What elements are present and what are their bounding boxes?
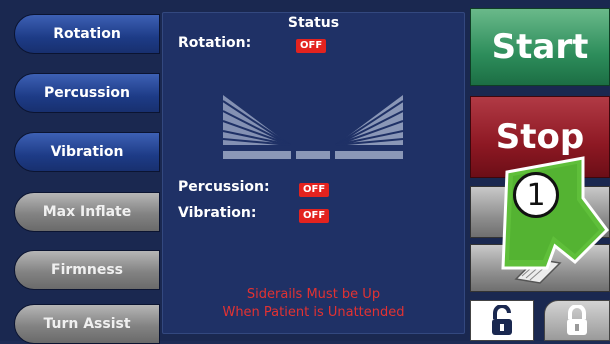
lock-button[interactable]	[544, 300, 610, 341]
bed-rotation-icon	[222, 95, 404, 159]
unlocked-padlock-icon	[492, 304, 512, 335]
percussion-status-label: Percussion:	[178, 179, 270, 195]
max-inflate-button-label: Max Inflate	[42, 204, 132, 220]
firmness-button[interactable]: Firmness	[14, 250, 160, 290]
status-title: Status	[287, 15, 340, 31]
vibration-status-label: Vibration:	[178, 205, 257, 221]
siderail-warning-line1: Siderails Must be Up	[246, 287, 381, 302]
vibration-button-label: Vibration	[50, 144, 124, 160]
unlock-button[interactable]	[470, 300, 534, 341]
rotation-button-label: Rotation	[53, 26, 121, 42]
locked-padlock-icon	[567, 304, 587, 335]
max-inflate-button[interactable]: Max Inflate	[14, 192, 160, 232]
bed-control-screen: Rotation Percussion Vibration Max Inflat…	[0, 0, 610, 344]
start-button[interactable]: Start	[470, 8, 610, 86]
rotation-status-badge: OFF	[296, 39, 327, 53]
rotation-status-label: Rotation:	[178, 35, 252, 51]
percussion-button-label: Percussion	[44, 85, 130, 101]
vibration-button[interactable]: Vibration	[14, 132, 160, 172]
callout-number: 1	[526, 177, 546, 213]
firmness-button-label: Firmness	[51, 262, 123, 278]
callout-number-badge: 1	[513, 172, 559, 218]
rotation-button[interactable]: Rotation	[14, 14, 160, 54]
turn-assist-button-label: Turn Assist	[43, 316, 131, 332]
percussion-status-badge: OFF	[299, 183, 330, 197]
turn-assist-button[interactable]: Turn Assist	[14, 304, 160, 344]
vibration-status-badge: OFF	[299, 209, 330, 223]
siderail-warning-line2: When Patient is Unattended	[222, 305, 405, 320]
start-button-label: Start	[491, 27, 589, 67]
percussion-button[interactable]: Percussion	[14, 73, 160, 113]
callout-arrow	[501, 156, 609, 270]
status-panel: Status Rotation: OFF Percussion: OFF Vib…	[162, 12, 465, 334]
